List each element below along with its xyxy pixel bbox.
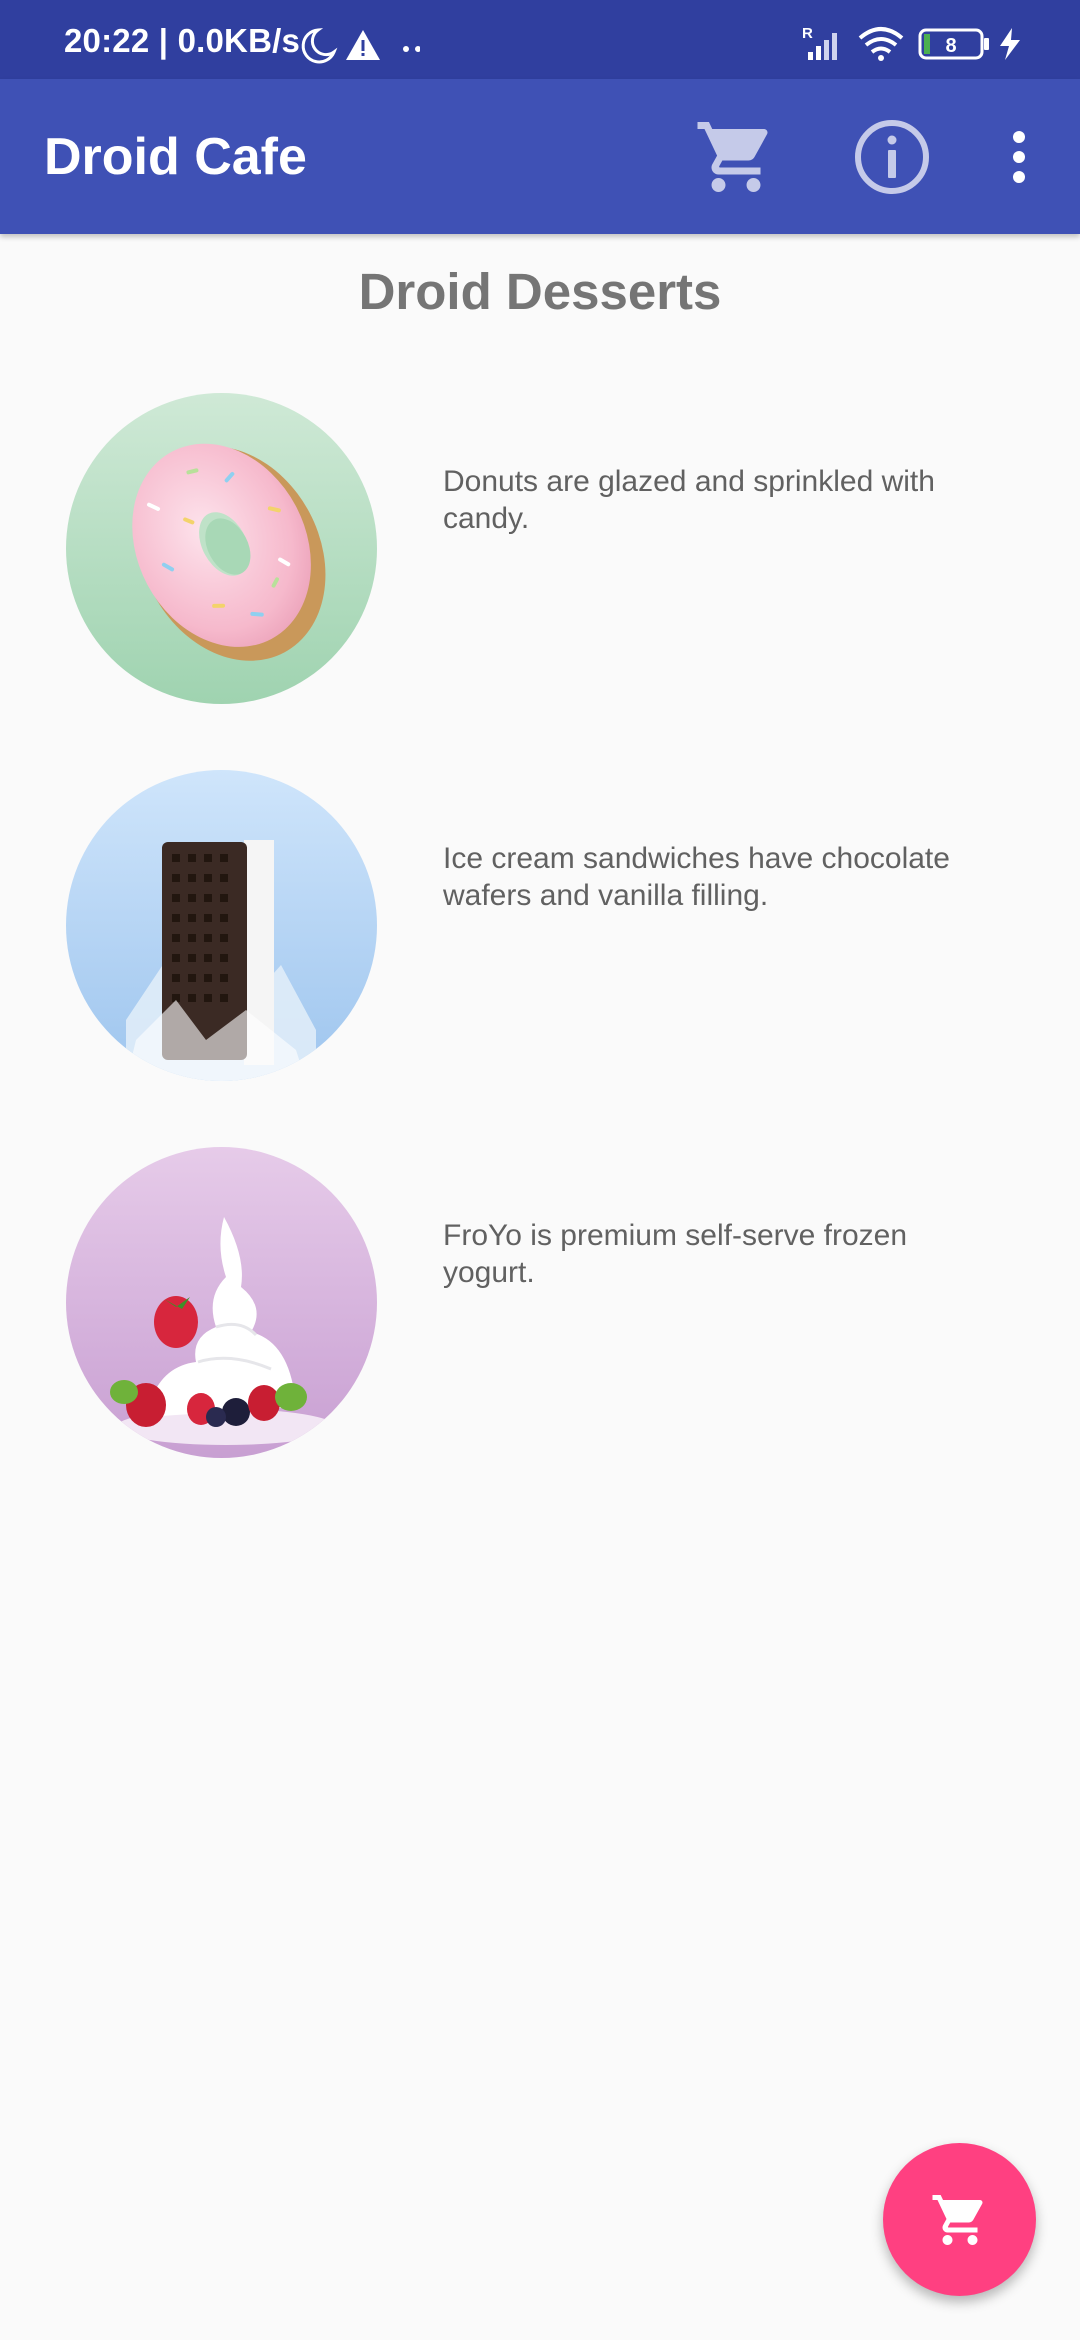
info-icon [855,120,929,194]
wifi-icon [858,27,904,61]
app-title: Droid Cafe [44,128,307,186]
status-left-icons [300,28,421,73]
cart-icon [697,122,768,192]
donut-image[interactable] [66,393,377,704]
dessert-description: Donuts are glazed and sprinkled with can… [443,465,935,535]
dessert-item-ice-cream-sandwich: Ice cream sandwiches have chocolate wafe… [0,770,1080,1082]
cart-button[interactable] [694,115,778,199]
app-bar: Droid Cafe [0,79,1080,234]
status-right-icons: R 8 [802,25,1032,62]
overflow-menu-button[interactable] [977,115,1057,199]
froyo-image[interactable] [66,1147,377,1458]
cart-icon [932,2195,983,2245]
more-vert-icon [1013,131,1025,183]
dessert-description: Ice cream sandwiches have chocolate wafe… [443,842,950,912]
moon-icon [301,28,338,64]
ice-cream-sandwich-image[interactable] [66,770,377,1081]
status-time: 20:22 | 0.0KB/s [64,22,301,59]
shopping-cart-fab[interactable] [883,2143,1036,2296]
dessert-item-froyo: FroYo is premium self-serve frozen yogur… [0,1147,1080,1459]
charging-icon [1000,28,1020,60]
dessert-item-donut: Donuts are glazed and sprinkled with can… [0,393,1080,705]
page-title: Droid Desserts [358,263,722,320]
battery-level: 8 [945,35,956,57]
signal-roaming-label: R [802,26,813,42]
info-button[interactable] [850,115,934,199]
dessert-description: FroYo is premium self-serve frozen yogur… [443,1219,908,1289]
notification-dots-icon [403,46,421,52]
status-bar: 20:22 | 0.0KB/s R 8 [0,0,1080,79]
warning-icon [346,30,380,60]
